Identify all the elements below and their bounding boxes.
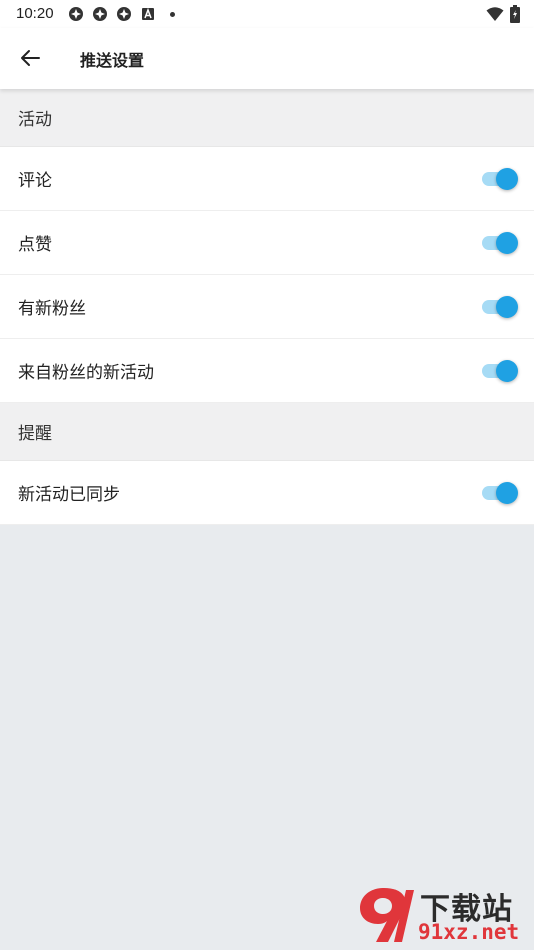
toggle-thumb [496,167,518,190]
watermark-logo-icon [360,888,414,942]
activity-synced-toggle[interactable] [480,478,520,508]
toggle-thumb [496,481,518,504]
setting-row-follower-activity[interactable]: 来自粉丝的新活动 [0,339,534,403]
page-title: 推送设置 [80,51,145,70]
dot-icon [170,11,175,17]
comments-toggle[interactable] [480,164,520,194]
status-time: 10:20 [16,5,54,22]
a-icon [142,7,154,20]
setting-label: 点赞 [18,235,52,255]
app-bar: 推送设置 [0,28,534,89]
battery-icon [510,5,520,23]
toggle-thumb [496,231,518,254]
section-header-activity: 活动 [0,89,534,147]
setting-label: 来自粉丝的新活动 [18,363,154,383]
status-bar: 10:20 [0,0,534,28]
app-notification-icon [69,7,83,21]
setting-label: 新活动已同步 [18,485,120,505]
wifi-icon [486,7,504,21]
setting-row-comments[interactable]: 评论 [0,147,534,211]
setting-row-activity-synced[interactable]: 新活动已同步 [0,461,534,525]
section-header-reminders: 提醒 [0,403,534,461]
new-followers-toggle[interactable] [480,292,520,322]
app-notification-icon [117,7,131,21]
follower-activity-toggle[interactable] [480,356,520,386]
arrow-left-icon [21,50,40,66]
setting-label: 评论 [18,171,52,191]
watermark-domain: 91xz.net [418,920,520,944]
setting-row-new-followers[interactable]: 有新粉丝 [0,275,534,339]
watermark: 下载站 91xz.net [354,882,530,948]
toggle-thumb [496,359,518,382]
setting-row-likes[interactable]: 点赞 [0,211,534,275]
status-system-icons [486,5,520,23]
toggle-thumb [496,295,518,318]
app-notification-icon [93,7,107,21]
status-notification-icons [68,6,175,22]
likes-toggle[interactable] [480,228,520,258]
settings-list: 活动 评论 点赞 有新粉丝 来自粉丝的新活动 提醒 新活动已同步 [0,89,534,525]
setting-label: 有新粉丝 [18,299,86,319]
back-button[interactable] [10,38,50,78]
